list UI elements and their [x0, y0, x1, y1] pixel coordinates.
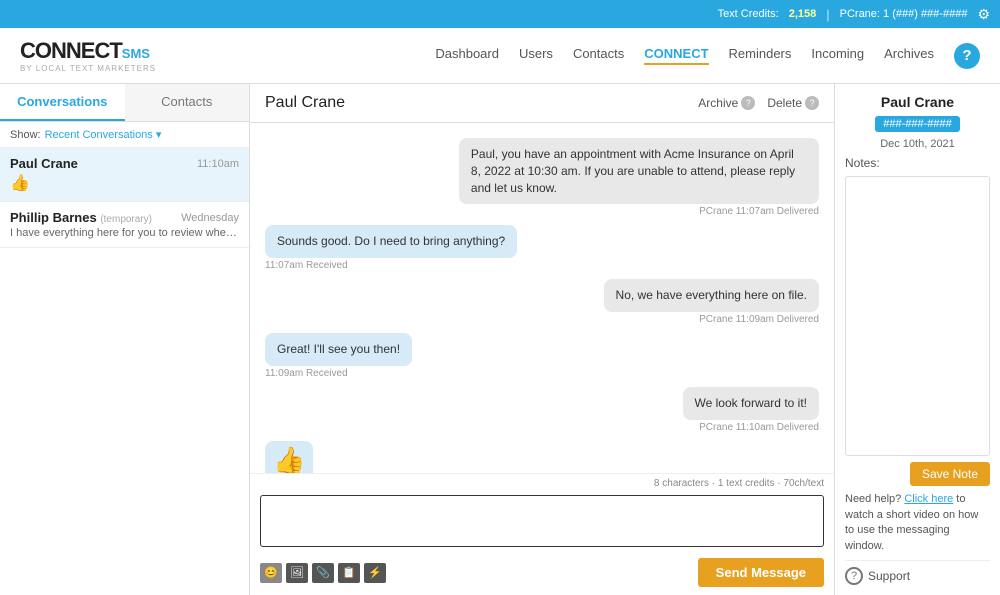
message-meta: 11:07am Received — [265, 260, 348, 271]
message-meta: 11:09am Received — [265, 368, 348, 379]
left-panel: Conversations Contacts Show: Recent Conv… — [0, 84, 250, 595]
show-dropdown[interactable]: Recent Conversations ▾ — [45, 128, 162, 141]
nav-archives[interactable]: Archives — [884, 46, 934, 65]
toolbar-icons: 😊 🖼 📎 📋 ⚡ — [260, 563, 386, 583]
conv-preview: 👍 — [10, 173, 239, 193]
credits-value: 2,158 — [789, 8, 817, 20]
delete-help-icon: ? — [805, 96, 819, 110]
nav-contacts[interactable]: Contacts — [573, 46, 624, 65]
template-icon[interactable]: 📋 — [338, 563, 360, 583]
delete-button[interactable]: Delete ? — [767, 96, 819, 110]
gear-icon[interactable]: ⚙ — [977, 6, 990, 23]
message-group: We look forward to it! PCrane 11:10am De… — [265, 387, 819, 433]
nav-reminders[interactable]: Reminders — [729, 46, 792, 65]
support-icon: ? — [845, 567, 863, 585]
help-text: Need help? Click here to watch a short v… — [845, 492, 990, 554]
chat-header-actions: Archive ? Delete ? — [698, 96, 819, 110]
support-label: Support — [868, 569, 910, 583]
send-message-button[interactable]: Send Message — [698, 558, 824, 587]
message-bubble: Great! I'll see you then! — [265, 333, 412, 366]
nav-links: Dashboard Users Contacts CONNECT Reminde… — [435, 43, 980, 69]
message-input[interactable] — [260, 495, 824, 547]
nav-connect[interactable]: CONNECT — [644, 46, 708, 65]
divider: | — [826, 7, 829, 22]
image-icon[interactable]: 🖼 — [286, 563, 308, 583]
message-bubble: Sounds good. Do I need to bring anything… — [265, 225, 517, 258]
message-bubble: 👍 — [265, 441, 313, 473]
show-bar: Show: Recent Conversations ▾ — [0, 122, 249, 148]
message-group: Great! I'll see you then! 11:09am Receiv… — [265, 333, 819, 379]
char-counter: 8 characters · 1 text credits · 70ch/tex… — [250, 473, 834, 491]
logo: CONNECTSMS BY LOCAL TEXT MARKETERS — [20, 38, 156, 73]
user-info: PCrane: 1 (###) ###-#### — [840, 8, 968, 20]
nav-bar: CONNECTSMS BY LOCAL TEXT MARKETERS Dashb… — [0, 28, 1000, 84]
nav-users[interactable]: Users — [519, 46, 553, 65]
message-meta: PCrane 11:07am Delivered — [699, 206, 819, 217]
message-group: No, we have everything here on file. PCr… — [265, 279, 819, 325]
help-button[interactable]: ? — [954, 43, 980, 69]
support-bar[interactable]: ? Support — [845, 560, 990, 585]
attachment-icon[interactable]: 📎 — [312, 563, 334, 583]
help-link[interactable]: Click here — [904, 493, 953, 505]
credits-label: Text Credits: — [718, 8, 779, 20]
contact-phone: ###-###-#### — [875, 116, 960, 132]
conv-name: Phillip Barnes (temporary) — [10, 210, 152, 225]
conv-name: Paul Crane — [10, 156, 78, 171]
archive-button[interactable]: Archive ? — [698, 96, 755, 110]
conversation-list: Paul Crane 11:10am 👍 Phillip Barnes (tem… — [0, 148, 249, 595]
archive-help-icon: ? — [741, 96, 755, 110]
lightning-icon[interactable]: ⚡ — [364, 563, 386, 583]
message-bubble: We look forward to it! — [683, 387, 820, 420]
conv-preview: I have everything here for you to review… — [10, 227, 239, 239]
logo-sms: SMS — [122, 46, 150, 61]
message-meta: PCrane 11:09am Delivered — [699, 314, 819, 325]
main-area: Conversations Contacts Show: Recent Conv… — [0, 84, 1000, 595]
emoji-icon[interactable]: 😊 — [260, 563, 282, 583]
tab-bar: Conversations Contacts — [0, 84, 249, 122]
logo-subtitle: BY LOCAL TEXT MARKETERS — [20, 64, 156, 73]
message-bubble: Paul, you have an appointment with Acme … — [459, 138, 819, 204]
message-meta: PCrane 11:10am Delivered — [699, 422, 819, 433]
list-item[interactable]: Phillip Barnes (temporary) Wednesday I h… — [0, 202, 249, 248]
contact-date: Dec 10th, 2021 — [845, 138, 990, 150]
contact-name: Paul Crane — [845, 94, 990, 110]
tab-contacts[interactable]: Contacts — [125, 84, 250, 121]
save-note-button[interactable]: Save Note — [910, 462, 990, 486]
chat-contact-name: Paul Crane — [265, 94, 345, 112]
conv-time: Wednesday — [181, 212, 239, 224]
messages-area: Paul, you have an appointment with Acme … — [250, 123, 834, 473]
notes-textarea[interactable] — [845, 176, 990, 456]
nav-dashboard[interactable]: Dashboard — [435, 46, 499, 65]
top-bar: Text Credits: 2,158 | PCrane: 1 (###) ##… — [0, 0, 1000, 28]
tab-conversations[interactable]: Conversations — [0, 84, 125, 121]
right-panel: Paul Crane ###-###-#### Dec 10th, 2021 N… — [835, 84, 1000, 595]
conv-time: 11:10am — [197, 158, 239, 170]
show-label: Show: — [10, 129, 41, 141]
chat-panel: Paul Crane Archive ? Delete ? Paul, you … — [250, 84, 835, 595]
list-item[interactable]: Paul Crane 11:10am 👍 — [0, 148, 249, 202]
notes-label: Notes: — [845, 156, 990, 170]
chat-header: Paul Crane Archive ? Delete ? — [250, 84, 834, 123]
message-bubble: No, we have everything here on file. — [604, 279, 819, 312]
message-group: Sounds good. Do I need to bring anything… — [265, 225, 819, 271]
input-toolbar: 😊 🖼 📎 📋 ⚡ Send Message — [250, 554, 834, 595]
message-group: 👍 11:10am Received — [265, 441, 819, 473]
message-group: Paul, you have an appointment with Acme … — [265, 138, 819, 217]
logo-main: CONNECT — [20, 38, 122, 63]
nav-incoming[interactable]: Incoming — [811, 46, 864, 65]
message-input-area — [250, 491, 834, 554]
